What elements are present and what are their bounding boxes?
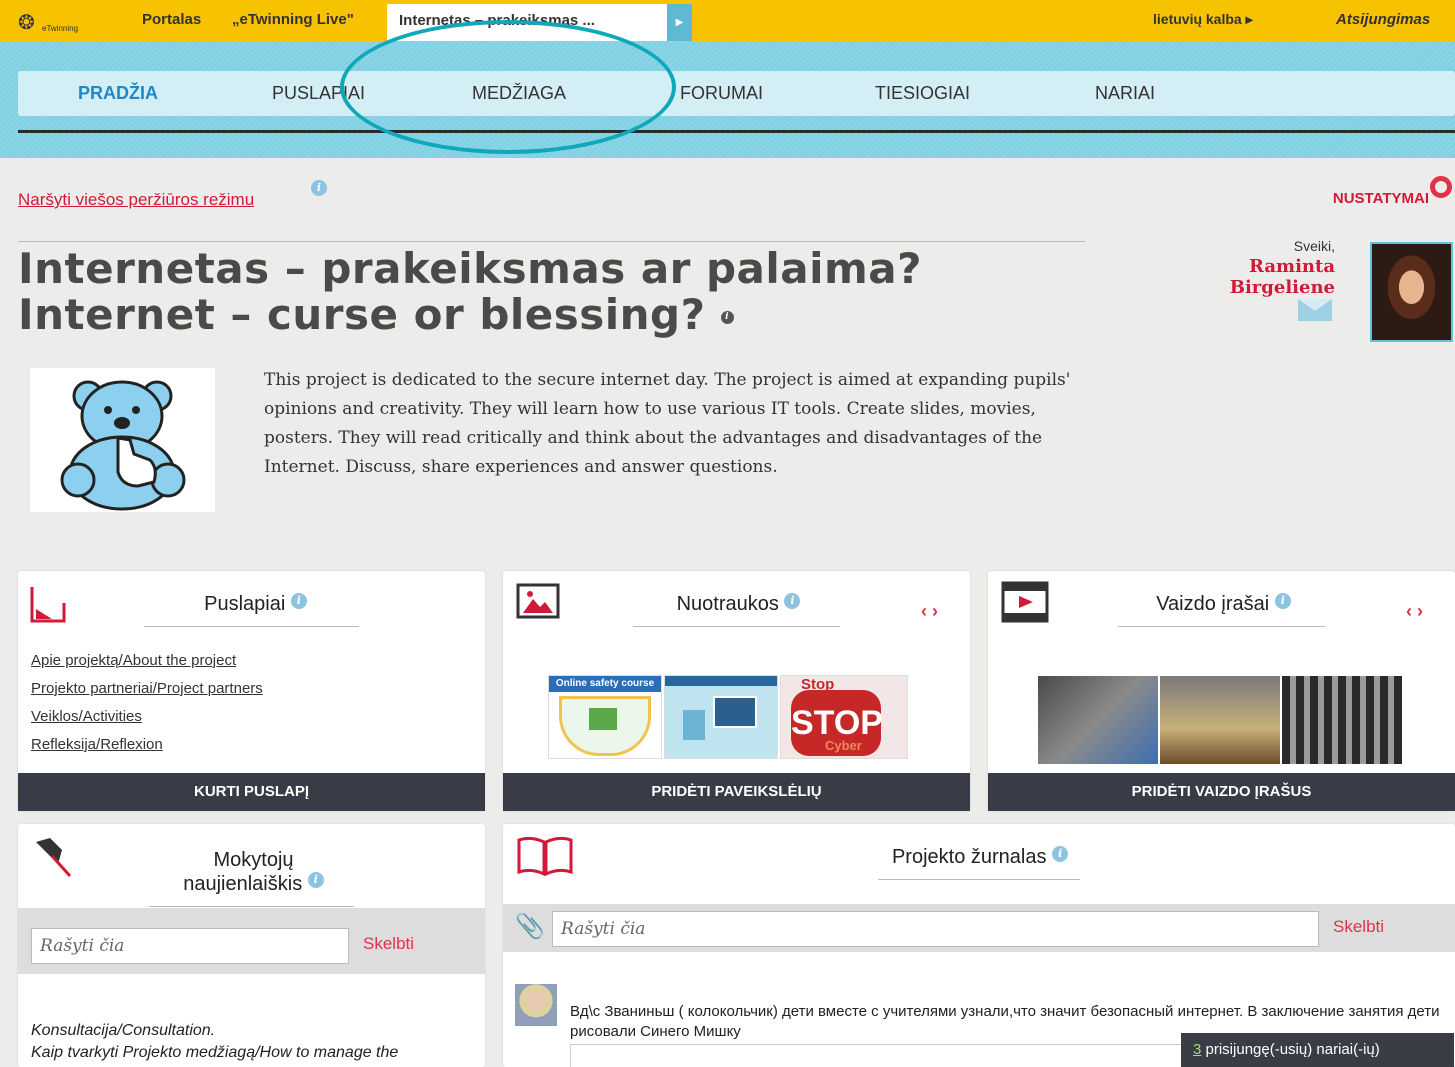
journal-title: Projekto žurnalas xyxy=(891,846,1047,868)
online-members-bar[interactable]: 3 prisijungę(-usių) nariai(-ių) xyxy=(1181,1033,1454,1067)
page-link[interactable]: Refleksija/Reflexion xyxy=(31,731,263,759)
user-greeting: Sveiki, Raminta Birgeliene xyxy=(1140,238,1335,298)
newsletter-title-line1: Mokytojų xyxy=(213,849,294,871)
page-title: Internetas – prakeiksmas ar palaima? Int… xyxy=(18,244,922,339)
title-info-icon[interactable]: i xyxy=(720,311,734,324)
newsletter-title-line2: naujienlaiškis xyxy=(183,873,303,895)
video-carousel-arrows[interactable]: ‹ › xyxy=(1406,601,1423,622)
photo-thumbnail[interactable]: Stop STOP Cyber xyxy=(780,675,908,759)
public-view-link[interactable]: Naršyti viešos peržiūros režimu xyxy=(18,190,254,210)
greeting-text: Sveiki, xyxy=(1293,238,1335,254)
videos-card: Vaizdo įrašai i ‹ › PRIDĖTI VAIZDO ĮRAŠU… xyxy=(988,571,1455,811)
project-image-teddy-bear xyxy=(30,368,215,512)
nav-home[interactable]: PRADŽIA xyxy=(78,83,158,104)
info-icon[interactable]: i xyxy=(307,872,324,888)
user-name-link[interactable]: Raminta Birgeliene xyxy=(1140,256,1335,298)
videos-title: Vaizdo įrašai xyxy=(1156,593,1270,615)
page-link[interactable]: Veiklos/Activities xyxy=(31,703,263,731)
user-avatar[interactable] xyxy=(1370,242,1453,342)
tab-scroll-right-icon[interactable]: ▶ xyxy=(667,4,692,41)
info-icon[interactable]: i xyxy=(290,593,307,609)
title-divider xyxy=(18,241,1085,242)
video-thumbnail[interactable] xyxy=(1038,676,1158,764)
logo-text: eTwinning xyxy=(42,24,79,33)
photo-thumbnails: Online safety course Stop STOP Cyber xyxy=(548,675,908,759)
video-thumbnail[interactable] xyxy=(1282,676,1402,764)
photo-carousel-arrows[interactable]: ‹ › xyxy=(921,601,938,622)
page-link[interactable]: Apie projektą/About the project xyxy=(31,647,263,675)
mail-icon[interactable] xyxy=(1298,299,1332,321)
project-description: This project is dedicated to the secure … xyxy=(264,370,1071,477)
pages-link-list: Apie projektą/About the project Projekto… xyxy=(31,647,263,759)
etwinning-logo[interactable]: ❂ eTwinning xyxy=(18,10,118,36)
info-icon[interactable]: i xyxy=(784,593,801,609)
newsletter-item[interactable]: Kaip tvarkyti Projekto medžiagą/How to m… xyxy=(31,1042,398,1064)
settings-link[interactable]: NUSTATYMAI xyxy=(1333,190,1429,207)
newsletter-item[interactable]: Konsultacija/Consultation. xyxy=(31,1020,398,1042)
create-page-button[interactable]: KURTI PUSLAPĮ xyxy=(18,773,485,811)
info-icon[interactable]: i xyxy=(311,180,327,196)
add-images-button[interactable]: PRIDĖTI PAVEIKSLĖLIŲ xyxy=(503,773,970,811)
journal-input[interactable]: Rašyti čia xyxy=(552,911,1319,947)
language-selector[interactable]: lietuvių kalba ▸ xyxy=(1153,11,1253,28)
pages-card: Puslapiai i Apie projektą/About the proj… xyxy=(18,571,485,811)
page-link[interactable]: Projekto partneriai/Project partners xyxy=(31,675,263,703)
photo-thumbnail[interactable]: Online safety course xyxy=(548,675,662,759)
nav-divider xyxy=(18,130,1455,133)
add-videos-button[interactable]: PRIDĖTI VAIZDO ĮRAŠUS xyxy=(988,773,1455,811)
newsletter-items: Konsultacija/Consultation. Kaip tvarkyti… xyxy=(31,1020,398,1064)
newsletter-post-button[interactable]: Skelbti xyxy=(363,934,414,954)
info-icon[interactable]: i xyxy=(1052,846,1069,862)
newsletter-input[interactable]: Rašyti čia xyxy=(31,928,349,964)
nav-live[interactable]: TIESIOGIAI xyxy=(875,83,970,104)
newsletter-card: Mokytojų naujienlaiškis i Rašyti čia Skel… xyxy=(18,824,485,1067)
paperclip-icon[interactable]: 📎 xyxy=(515,912,545,941)
pages-title: Puslapiai xyxy=(204,593,286,615)
photos-card: Nuotraukos i ‹ › Online safety course St… xyxy=(503,571,970,811)
info-icon[interactable]: i xyxy=(1274,593,1291,609)
author-avatar[interactable] xyxy=(515,984,557,1026)
photos-title: Nuotraukos xyxy=(676,593,779,615)
project-journal-card: Projekto žurnalas i 📎 Rašyti čia Skelbti… xyxy=(503,824,1455,1067)
top-bar: ❂ eTwinning Portalas „eTwinning Live" In… xyxy=(0,0,1455,41)
etwinning-logo-icon: ❂ xyxy=(18,12,35,34)
highlight-circle xyxy=(340,20,676,154)
logout-link[interactable]: Atsijungimas xyxy=(1336,11,1430,28)
nav-members[interactable]: NARIAI xyxy=(1095,83,1155,104)
etwinning-live-link[interactable]: „eTwinning Live" xyxy=(232,11,354,28)
video-thumbnail[interactable] xyxy=(1160,676,1280,764)
photo-thumbnail[interactable] xyxy=(664,675,778,759)
portal-link[interactable]: Portalas xyxy=(142,11,201,28)
gear-icon[interactable] xyxy=(1430,176,1452,198)
journal-post-button[interactable]: Skelbti xyxy=(1333,917,1384,937)
online-label: prisijungę(-usių) nariai(-ių) xyxy=(1201,1041,1380,1058)
nav-forums[interactable]: FORUMAI xyxy=(680,83,763,104)
video-thumbnails xyxy=(1038,676,1402,764)
